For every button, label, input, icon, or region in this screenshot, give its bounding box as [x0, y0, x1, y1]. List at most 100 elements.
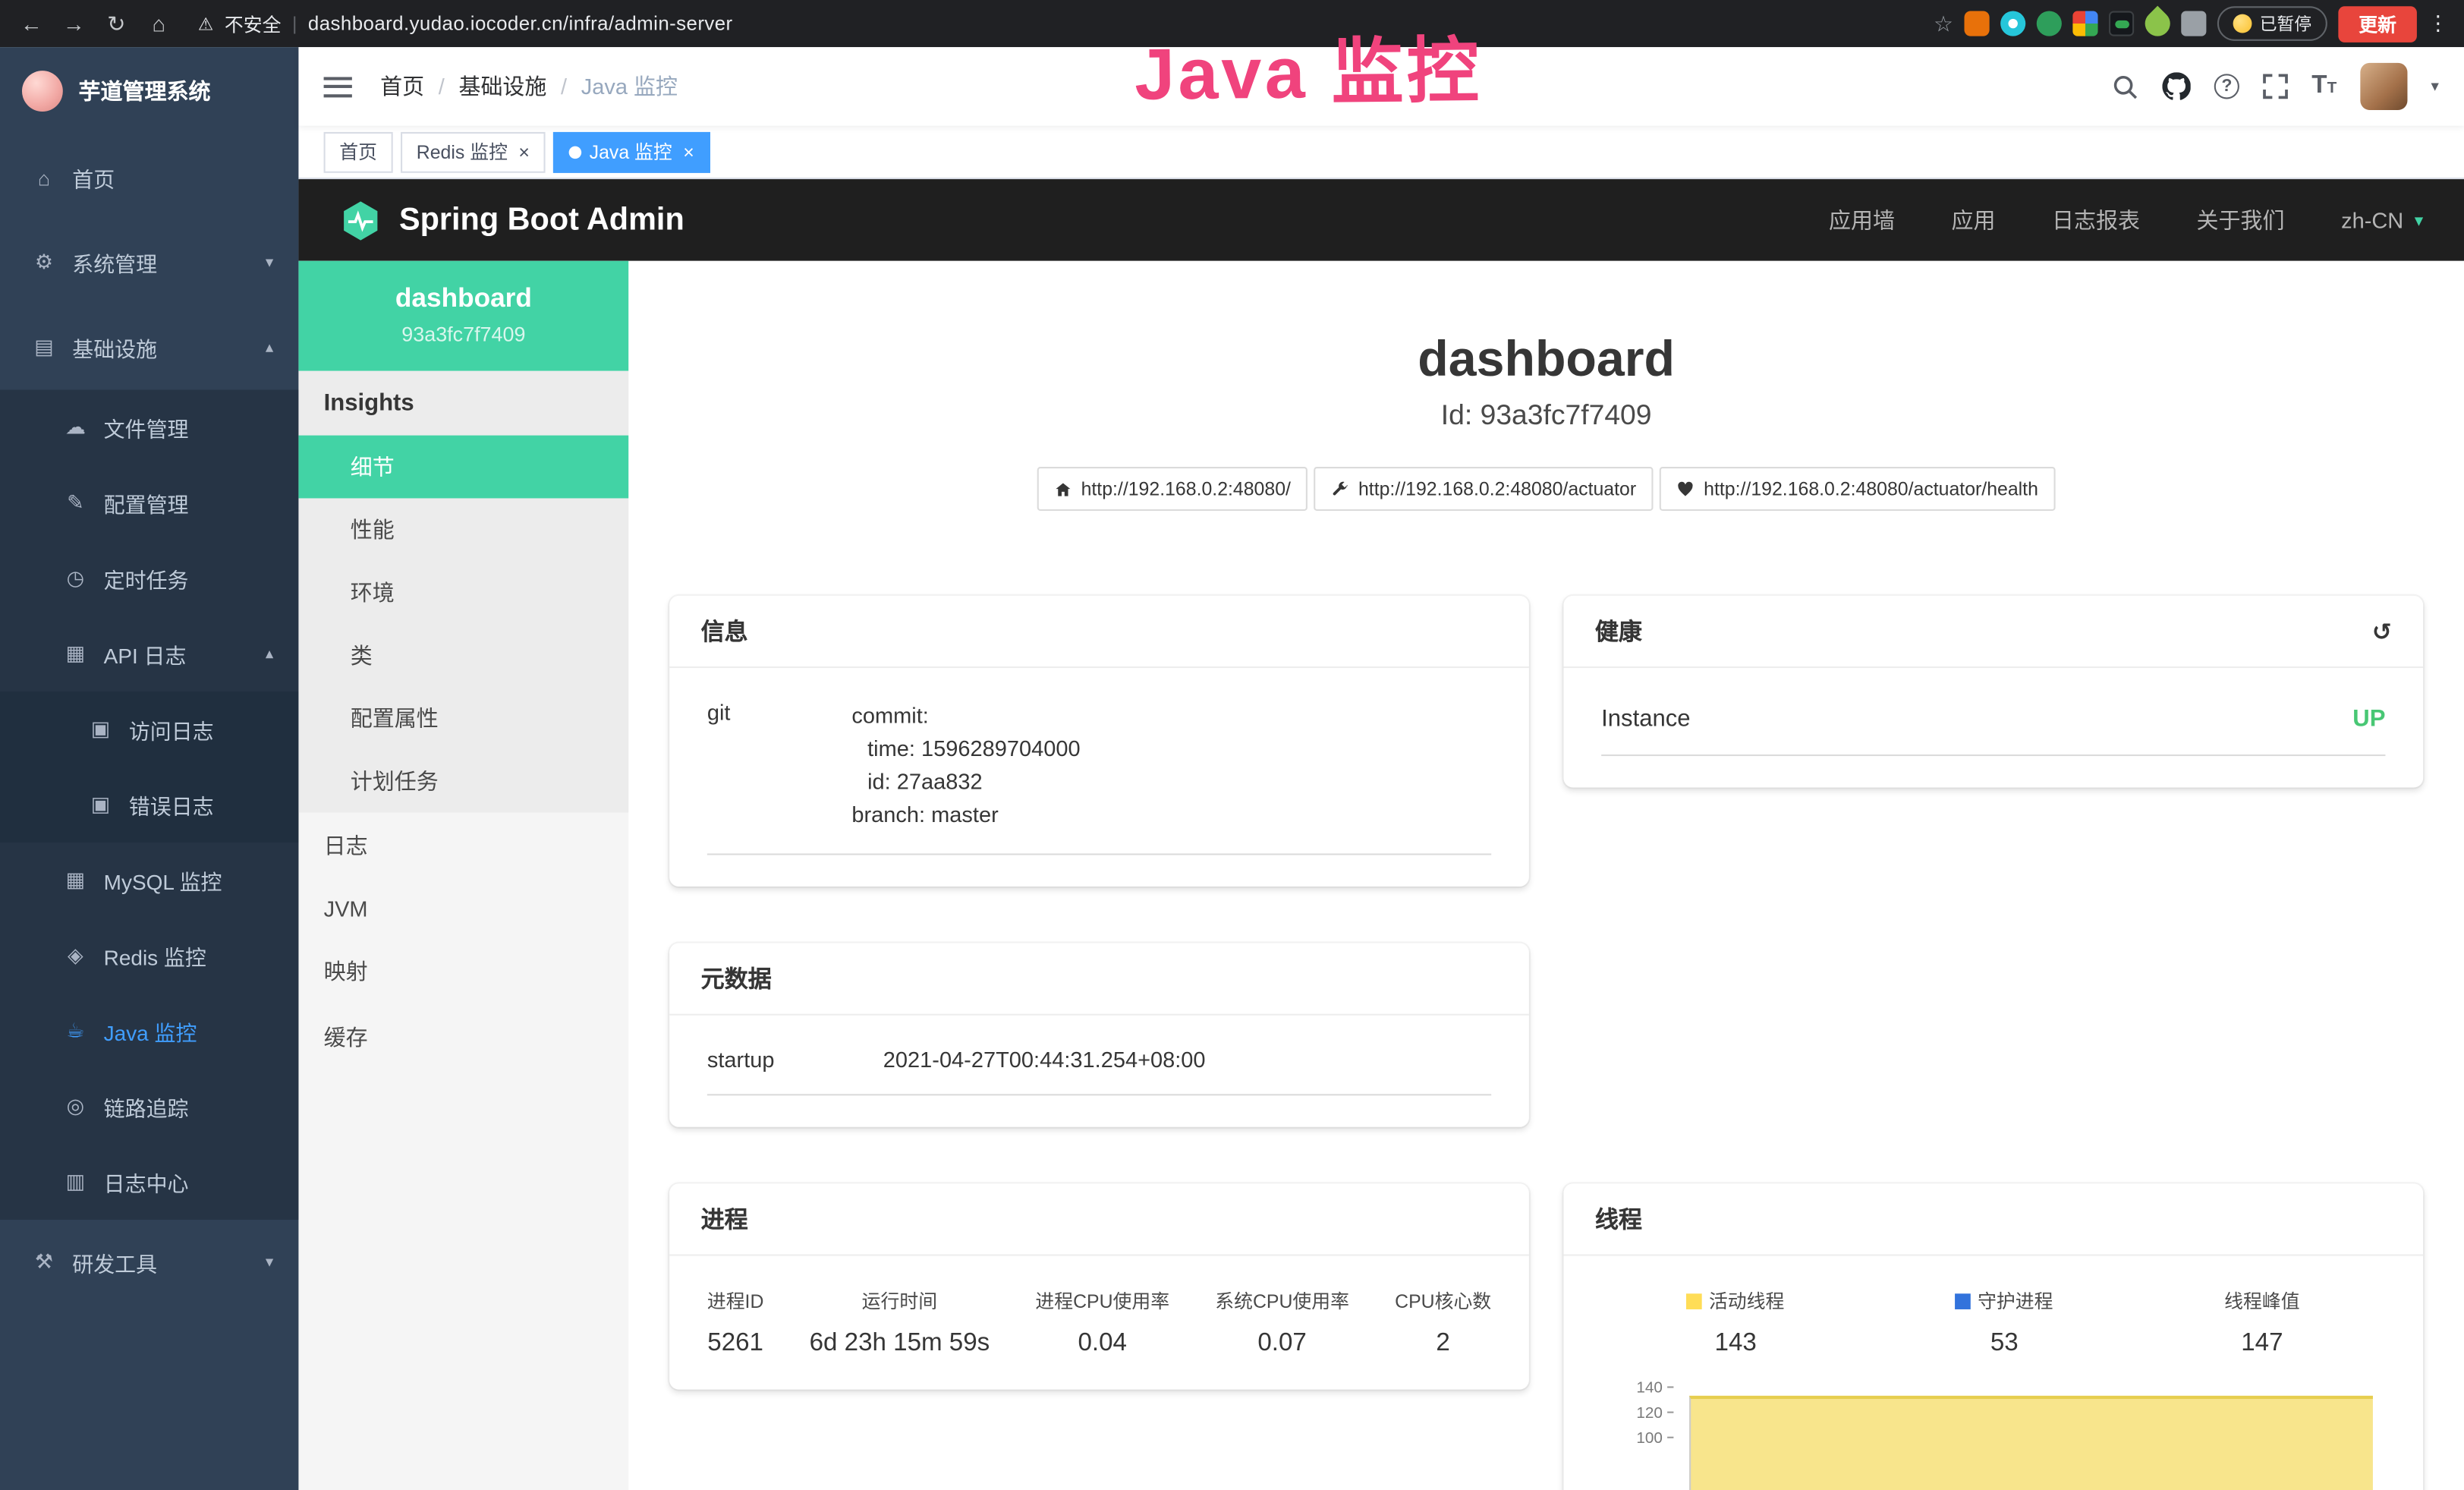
sidebar-item-scheduled-jobs[interactable]: 定时任务	[0, 540, 298, 616]
process-col-sys-cpu: 系统CPU使用率 0.07	[1215, 1287, 1349, 1358]
sidebar-item-system[interactable]: 系统管理	[0, 220, 298, 305]
extension-green-icon[interactable]	[2037, 11, 2062, 36]
extension-fox-icon[interactable]	[1964, 11, 1989, 36]
info-card-title: 信息	[701, 615, 748, 647]
hamburger-icon[interactable]	[324, 76, 352, 96]
app-window: 芋道管理系统 首页 系统管理 基础设施	[0, 47, 2464, 1490]
tab-java-monitor[interactable]: Java 监控	[553, 131, 710, 172]
insights-item-scheduled-tasks[interactable]: 计划任务	[298, 750, 628, 813]
sidebar-item-error-log[interactable]: 错误日志	[0, 767, 298, 843]
close-tab-icon[interactable]	[683, 140, 694, 162]
legend-label: 守护进程	[1978, 1287, 2053, 1314]
sidebar-item-config-manage[interactable]: 配置管理	[0, 465, 298, 540]
sidebar-item-tracing[interactable]: 链路追踪	[0, 1069, 298, 1144]
browser-home-icon[interactable]	[143, 11, 174, 36]
sidebar-item-java-monitor[interactable]: Java 监控	[0, 994, 298, 1069]
breadcrumb-infra[interactable]: 基础设施	[458, 71, 546, 102]
user-avatar[interactable]	[2360, 63, 2407, 110]
sidebar-item-dev-tools[interactable]: 研发工具	[0, 1220, 298, 1305]
sidebar-item-label: 基础设施	[72, 332, 157, 363]
sba-brand[interactable]: Spring Boot Admin	[339, 199, 684, 241]
sidebar-item-label: 文件管理	[104, 412, 189, 443]
browser-forward-icon[interactable]	[58, 11, 90, 36]
legend-label: 活动线程	[1709, 1287, 1784, 1314]
sidebar-item-label: 系统管理	[72, 247, 157, 278]
legend-value: 143	[1687, 1330, 1784, 1358]
actuator-url-link[interactable]: http://192.168.0.2:48080/actuator	[1314, 467, 1654, 511]
chevron-up-icon	[266, 339, 273, 356]
github-icon[interactable]	[2163, 72, 2191, 100]
status-badge: UP	[2352, 706, 2385, 732]
browser-menu-icon[interactable]	[2428, 11, 2448, 36]
insights-item-environment[interactable]: 环境	[298, 561, 628, 624]
tab-redis-monitor[interactable]: Redis 监控	[401, 131, 546, 172]
threads-card: 线程 活动线程 143 守护进程	[1563, 1183, 2423, 1490]
extension-grid-icon[interactable]	[2072, 11, 2097, 36]
instance-id: 93a3fc7f7409	[311, 323, 616, 346]
extension-leaf-icon[interactable]	[2140, 6, 2176, 42]
sba-nav-journal[interactable]: 日志报表	[2052, 204, 2140, 235]
health-instance-row[interactable]: Instance UP	[1601, 700, 2385, 757]
bookmark-star-icon[interactable]	[1934, 10, 1953, 36]
breadcrumb-home[interactable]: 首页	[380, 71, 424, 102]
paused-badge[interactable]: 已暂停	[2217, 6, 2327, 41]
tab-label: Redis 监控	[417, 138, 508, 165]
fullscreen-icon[interactable]	[2263, 74, 2288, 99]
tab-home[interactable]: 首页	[324, 131, 393, 172]
browser-back-icon[interactable]	[16, 11, 47, 36]
font-size-icon[interactable]: TT	[2311, 72, 2337, 100]
browser-reload-icon[interactable]	[101, 10, 132, 36]
address-bar[interactable]: 不安全 dashboard.yudao.iocoder.cn/infra/adm…	[198, 10, 733, 36]
health-card-title: 健康	[1595, 615, 1642, 647]
sidebar-group-jvm[interactable]: JVM	[298, 879, 628, 939]
chrome-update-button[interactable]: 更新	[2338, 5, 2417, 42]
sidebar-item-home[interactable]: 首页	[0, 135, 298, 220]
sba-nav-wallboard[interactable]: 应用墙	[1829, 204, 1895, 235]
sidebar-item-infra[interactable]: 基础设施	[0, 305, 298, 390]
git-values: commit: time: 1596289704000 id: 27aa832 …	[851, 700, 1080, 832]
sba-locale-select[interactable]: zh-CN	[2341, 207, 2423, 232]
sidebar-item-log-center[interactable]: 日志中心	[0, 1145, 298, 1220]
sidebar-item-label: 首页	[72, 162, 115, 193]
extension-drop-icon[interactable]	[2000, 11, 2025, 36]
log-icon	[63, 641, 88, 666]
insights-item-details[interactable]: 细节	[298, 436, 628, 499]
insights-section: Insights 细节 性能 环境 类 配置属性 计划任务	[298, 371, 628, 813]
sidebar-item-redis-monitor[interactable]: Redis 监控	[0, 918, 298, 993]
startup-row: startup 2021-04-27T00:44:31.254+08:00	[707, 1047, 1491, 1095]
extension-switch-icon[interactable]	[2109, 11, 2134, 36]
process-card-body: 进程ID 5261 运行时间 6d 23h 15m 59s 进程CPU使用率	[669, 1256, 1529, 1390]
home-icon	[1054, 480, 1072, 498]
sidebar-item-label: API 日志	[104, 638, 187, 669]
database-icon	[63, 868, 88, 893]
sba-nav-about[interactable]: 关于我们	[2197, 204, 2285, 235]
git-label: git	[707, 700, 852, 832]
close-tab-icon[interactable]	[518, 140, 530, 162]
legend-value: 147	[2224, 1330, 2299, 1358]
history-icon[interactable]	[2372, 617, 2392, 645]
insights-item-configprops[interactable]: 配置属性	[298, 687, 628, 750]
cards-grid: 信息 git commit: time: 1596289704000 id: 2…	[669, 596, 2423, 1490]
instance-header[interactable]: dashboard 93a3fc7f7409	[298, 261, 628, 371]
sidebar-group-mappings[interactable]: 映射	[298, 938, 628, 1004]
metadata-card-header: 元数据	[669, 943, 1529, 1015]
sidebar-item-label: 错误日志	[129, 789, 214, 821]
sidebar-item-api-log[interactable]: API 日志	[0, 616, 298, 691]
health-url-link[interactable]: http://192.168.0.2:48080/actuator/health	[1660, 467, 2056, 511]
sidebar-group-logs[interactable]: 日志	[298, 813, 628, 879]
insights-item-metrics[interactable]: 性能	[298, 498, 628, 561]
extensions-puzzle-icon[interactable]	[2181, 11, 2206, 36]
service-url-link[interactable]: http://192.168.0.2:48080/	[1037, 467, 1308, 511]
search-icon[interactable]	[2112, 73, 2138, 99]
insights-item-classes[interactable]: 类	[298, 624, 628, 687]
sidebar-group-caches[interactable]: 缓存	[298, 1004, 628, 1070]
process-card-header: 进程	[669, 1183, 1529, 1255]
avatar-caret-icon[interactable]	[2431, 78, 2438, 96]
sidebar-item-access-log[interactable]: 访问日志	[0, 691, 298, 767]
help-icon[interactable]: ?	[2214, 74, 2239, 99]
sidebar-logo[interactable]: 芋道管理系统	[0, 47, 298, 135]
insights-header[interactable]: Insights	[298, 371, 628, 436]
sidebar-item-file-manage[interactable]: 文件管理	[0, 390, 298, 465]
sba-nav-applications[interactable]: 应用	[1952, 204, 1996, 235]
sidebar-item-mysql-monitor[interactable]: MySQL 监控	[0, 843, 298, 918]
